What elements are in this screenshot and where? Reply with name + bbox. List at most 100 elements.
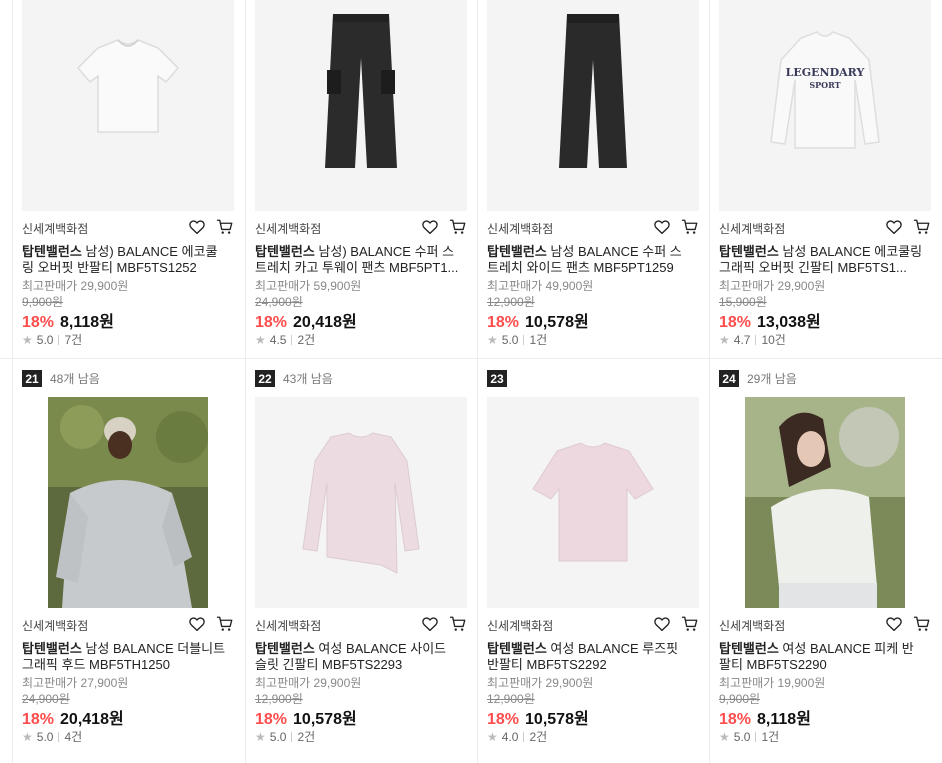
stock-remaining: 43개 남음 xyxy=(283,372,333,386)
sale-price: 18% 10,578원 xyxy=(487,705,589,729)
store-name: 신세계백화점 xyxy=(255,619,322,633)
rank-bar: 22 43개 남음 xyxy=(255,370,333,387)
cart-icon[interactable] xyxy=(449,615,467,633)
rating: ★ 4.7 10건 xyxy=(719,331,786,348)
product-card[interactable]: 21 48개 남음 신세계백화점 탑텐밸런스 남성 BALANCE 더블니트 그… xyxy=(12,359,244,744)
price-value: 20,418원 xyxy=(293,314,357,331)
cart-icon[interactable] xyxy=(216,218,234,236)
heart-icon[interactable] xyxy=(421,615,439,633)
rank-badge: 22 xyxy=(255,370,275,387)
brand-name: 탑텐밸런스 xyxy=(255,641,315,656)
product-card[interactable]: 신세계백화점 탑텐밸런스 남성) BALANCE 수퍼 스트레치 카고 투웨이 … xyxy=(245,0,477,372)
product-card[interactable]: 23 신세계백화점 탑텐밸런스 여성 BALANCE 루즈핏 반팔티 MBF5T… xyxy=(477,359,709,744)
product-image-graphic-longsleeve[interactable]: LEGENDARY SPORT xyxy=(719,0,931,211)
product-image-wide-pants[interactable] xyxy=(487,0,699,211)
star-icon: ★ xyxy=(22,332,33,347)
brand-name: 탑텐밸런스 xyxy=(22,244,82,259)
discount-rate: 18% xyxy=(22,314,55,331)
star-icon: ★ xyxy=(22,729,33,744)
card-actions xyxy=(885,218,931,236)
svg-text:LEGENDARY: LEGENDARY xyxy=(786,66,865,79)
product-image-hoodie-model[interactable] xyxy=(22,397,234,608)
review-count: 7건 xyxy=(64,333,83,347)
brand-name: 탑텐밸런스 xyxy=(719,244,779,259)
cart-icon[interactable] xyxy=(913,218,931,236)
price-value: 10,578원 xyxy=(525,711,589,728)
brand-name: 탑텐밸런스 xyxy=(22,641,82,656)
heart-icon[interactable] xyxy=(653,615,671,633)
cart-icon[interactable] xyxy=(913,615,931,633)
product-image-white-tee[interactable] xyxy=(22,0,234,211)
product-card[interactable]: 신세계백화점 탑텐밸런스 남성) BALANCE 에코쿨링 오버핏 반팔티 MB… xyxy=(12,0,244,372)
rank-badge: 21 xyxy=(22,370,42,387)
max-price: 최고판매가 27,900원 xyxy=(22,676,129,690)
store-name: 신세계백화점 xyxy=(719,619,786,633)
heart-icon[interactable] xyxy=(653,218,671,236)
cart-icon[interactable] xyxy=(216,615,234,633)
brand-name: 탑텐밸런스 xyxy=(719,641,779,656)
discount-rate: 18% xyxy=(22,711,55,728)
separator xyxy=(58,334,60,345)
product-image-pink-longsleeve[interactable] xyxy=(255,397,467,608)
product-title[interactable]: 탑텐밸런스 여성 BALANCE 사이드 슬릿 긴팔티 MBF5TS2293 xyxy=(255,641,461,673)
product-image-pink-tee[interactable] xyxy=(487,397,699,608)
max-price: 최고판매가 29,900원 xyxy=(719,279,826,293)
card-actions xyxy=(188,218,234,236)
store-name: 신세계백화점 xyxy=(487,619,554,633)
review-count: 10건 xyxy=(761,333,786,347)
product-card[interactable]: LEGENDARY SPORT 신세계백화점 탑텐밸런스 남성 BALANCE 에… xyxy=(709,0,941,372)
max-price: 최고판매가 59,900원 xyxy=(255,279,362,293)
store-name: 신세계백화점 xyxy=(22,619,89,633)
review-count: 1건 xyxy=(761,730,780,744)
rating-value: 5.0 xyxy=(36,332,54,347)
rating: ★ 4.0 2건 xyxy=(487,728,547,745)
cart-icon[interactable] xyxy=(449,218,467,236)
price-value: 10,578원 xyxy=(525,314,589,331)
product-title[interactable]: 탑텐밸런스 여성 BALANCE 루즈핏 반팔티 MBF5TS2292 xyxy=(487,641,693,673)
heart-icon[interactable] xyxy=(188,615,206,633)
price-value: 8,118원 xyxy=(757,711,811,728)
card-actions xyxy=(653,615,699,633)
product-card[interactable]: 신세계백화점 탑텐밸런스 남성 BALANCE 수퍼 스트레치 와이드 팬츠 M… xyxy=(477,0,709,372)
discount-rate: 18% xyxy=(255,711,288,728)
rating: ★ 5.0 4건 xyxy=(22,728,82,745)
card-actions xyxy=(885,615,931,633)
separator xyxy=(523,731,525,742)
review-count: 2건 xyxy=(297,333,316,347)
star-icon: ★ xyxy=(719,332,730,347)
product-title[interactable]: 탑텐밸런스 남성 BALANCE 더블니트 그래픽 후드 MBF5TH1250 xyxy=(22,641,228,673)
heart-icon[interactable] xyxy=(885,218,903,236)
product-title[interactable]: 탑텐밸런스 남성 BALANCE 에코쿨링 그래픽 오버핏 긴팔티 MBF5TS… xyxy=(719,244,925,276)
rank-badge: 24 xyxy=(719,370,739,387)
discount-rate: 18% xyxy=(487,314,520,331)
discount-rate: 18% xyxy=(719,711,752,728)
product-title[interactable]: 탑텐밸런스 남성 BALANCE 수퍼 스트레치 와이드 팬츠 MBF5PT12… xyxy=(487,244,693,276)
heart-icon[interactable] xyxy=(885,615,903,633)
product-image-cargo-pants[interactable] xyxy=(255,0,467,211)
price-value: 20,418원 xyxy=(60,711,124,728)
card-actions xyxy=(421,615,467,633)
cart-icon[interactable] xyxy=(681,615,699,633)
brand-name: 탑텐밸런스 xyxy=(487,244,547,259)
heart-icon[interactable] xyxy=(188,218,206,236)
product-image-woman-model[interactable] xyxy=(719,397,931,608)
rating-value: 5.0 xyxy=(501,332,519,347)
product-grid: 신세계백화점 탑텐밸런스 남성) BALANCE 에코쿨링 오버핏 반팔티 MB… xyxy=(0,0,942,763)
sale-price: 18% 13,038원 xyxy=(719,308,821,332)
product-card[interactable]: 22 43개 남음 신세계백화점 탑텐밸런스 여성 BALANCE 사이드 슬릿… xyxy=(245,359,477,744)
discount-rate: 18% xyxy=(487,711,520,728)
review-count: 1건 xyxy=(529,333,548,347)
product-title[interactable]: 탑텐밸런스 남성) BALANCE 수퍼 스트레치 카고 투웨이 팬츠 MBF5… xyxy=(255,244,461,276)
stock-remaining: 29개 남음 xyxy=(747,372,797,386)
max-price: 최고판매가 29,900원 xyxy=(22,279,129,293)
store-name: 신세계백화점 xyxy=(719,222,786,236)
heart-icon[interactable] xyxy=(421,218,439,236)
review-count: 2건 xyxy=(529,730,548,744)
rating: ★ 5.0 1건 xyxy=(719,728,779,745)
product-title[interactable]: 탑텐밸런스 여성 BALANCE 피케 반팔티 MBF5TS2290 xyxy=(719,641,925,673)
rank-bar: 21 48개 남음 xyxy=(22,370,100,387)
card-actions xyxy=(188,615,234,633)
cart-icon[interactable] xyxy=(681,218,699,236)
product-card[interactable]: 24 29개 남음 신세계백화점 탑텐밸런스 여성 BALANCE 피케 반팔티… xyxy=(709,359,941,744)
product-title[interactable]: 탑텐밸런스 남성) BALANCE 에코쿨링 오버핏 반팔티 MBF5TS125… xyxy=(22,244,228,276)
